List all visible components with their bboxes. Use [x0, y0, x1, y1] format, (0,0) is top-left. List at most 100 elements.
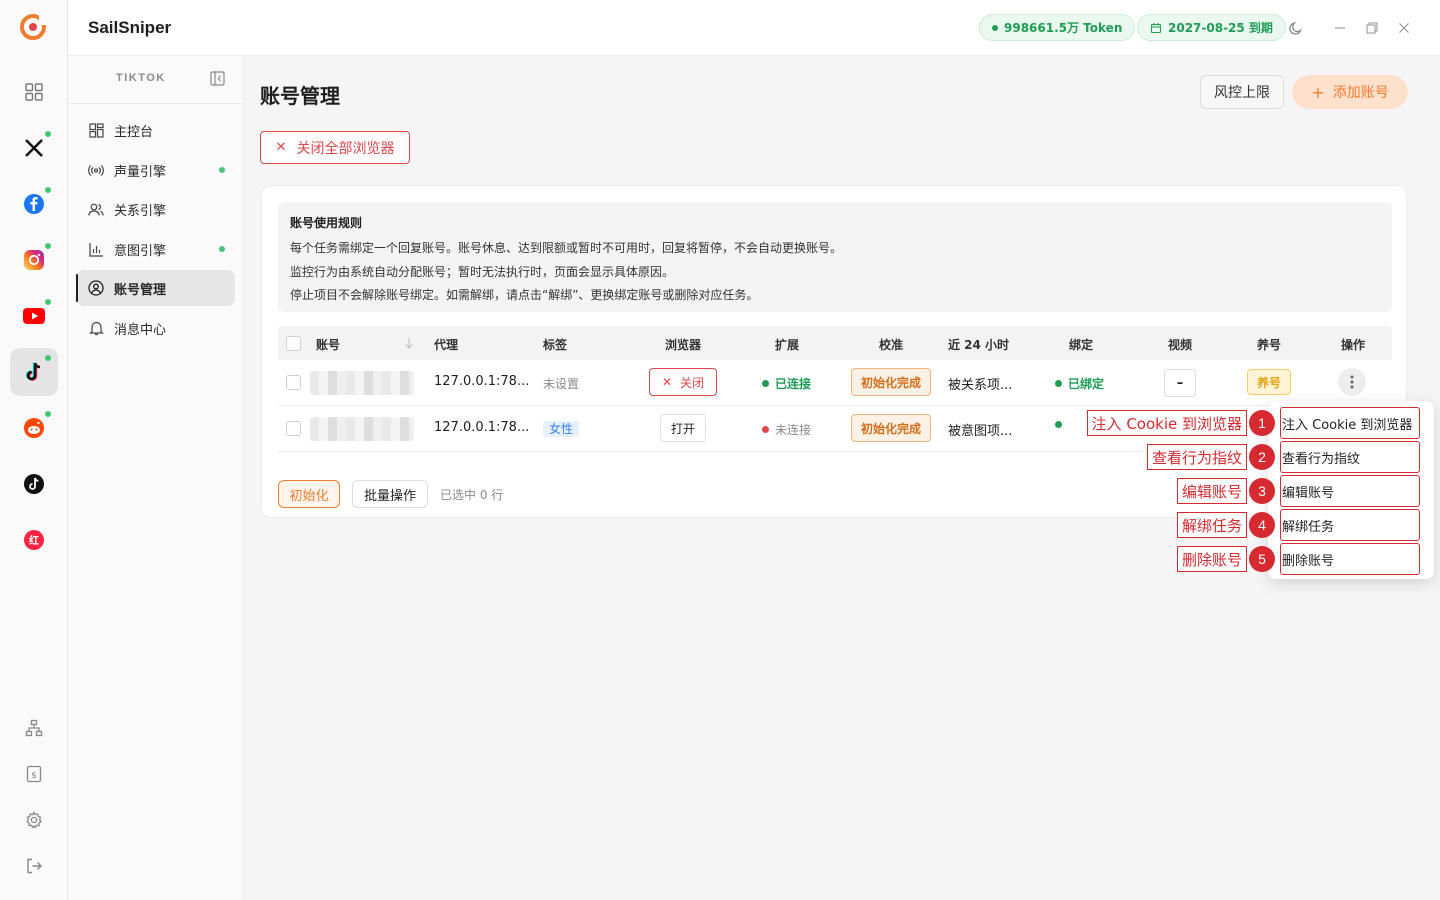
add-account-button[interactable]: + 添加账号 — [1292, 75, 1408, 109]
annotation-label: 查看行为指纹 — [1146, 444, 1247, 470]
online-dot — [44, 186, 52, 194]
proxy-cell: 127.0.0.1:78... — [434, 420, 530, 435]
row-checkbox[interactable] — [286, 421, 301, 436]
rail-facebook-icon[interactable] — [10, 180, 58, 228]
tag-cell: 女性 — [543, 420, 580, 437]
rail-youtube-icon[interactable] — [10, 292, 58, 340]
annotation-number: 2 — [1249, 444, 1275, 470]
column-header-tag: 标签 — [543, 338, 568, 352]
calibration-badge: 初始化完成 — [851, 368, 931, 396]
rules-line: 停止项目不会解除账号绑定。如需解绑，请点击“解绑”、更换绑定账号或删除对应任务。 — [290, 288, 759, 302]
batch-actions-button[interactable]: 批量操作 — [352, 480, 428, 508]
close-icon: ✕ — [661, 375, 673, 389]
account-avatar-blurred — [310, 417, 414, 441]
proxy-cell: 127.0.0.1:78... — [434, 374, 530, 389]
sidebar-item-intent-engine[interactable]: 意图引擎 — [76, 231, 235, 267]
menu-item-inject-cookie[interactable]: 注入 Cookie 到浏览器 — [1280, 407, 1420, 439]
logout-icon[interactable] — [22, 854, 46, 878]
rules-line: 每个任务需绑定一个回复账号。账号休息、达到限额或暂时不可用时，回复将暂停，不会自… — [290, 241, 843, 255]
column-header-browser: 浏览器 — [665, 338, 702, 352]
minimize-icon[interactable] — [1328, 16, 1352, 40]
open-browser-button[interactable]: 打开 — [660, 414, 706, 442]
annotation-number: 4 — [1249, 512, 1275, 538]
table-header: 账号 代理 标签 浏览器 扩展 校准 近 24 小时 绑定 视频 养号 操作 — [278, 326, 1392, 360]
selected-count: 已选中 0 行 — [440, 488, 504, 502]
status-dot — [1055, 380, 1062, 387]
column-header-last-24h: 近 24 小时 — [948, 338, 1010, 352]
annotation-label: 注入 Cookie 到浏览器 — [1086, 410, 1247, 436]
risk-limit-button[interactable]: 风控上限 — [1200, 75, 1284, 109]
sidebar-platform-label: TIKTOK — [116, 72, 166, 84]
video-toggle-button[interactable]: – — [1164, 369, 1196, 397]
rail-x-icon[interactable] — [10, 124, 58, 172]
extension-status: 未连接 — [762, 421, 811, 438]
expiry-label: 2027-08-25 到期 — [1168, 21, 1273, 35]
more-actions-icon[interactable] — [1338, 368, 1366, 396]
rules-line: 监控行为由系统自动分配账号；暂时无法执行时，页面会显示具体原因。 — [290, 264, 675, 279]
select-all-checkbox[interactable] — [286, 336, 301, 351]
binding-status-label: 已绑定 — [1068, 377, 1105, 391]
calendar-icon — [1150, 22, 1162, 33]
menu-item-delete-account[interactable]: 删除账号 — [1280, 543, 1420, 575]
close-window-icon[interactable] — [1392, 16, 1416, 40]
close-browser-label: 关闭 — [680, 375, 705, 390]
online-dot — [44, 130, 52, 138]
sidebar-header: TIKTOK — [68, 56, 244, 104]
annotation-label: 删除账号 — [1176, 546, 1247, 572]
status-dot — [992, 24, 998, 31]
sidebar-item-label: 主控台 — [114, 124, 154, 140]
rail-reddit-icon[interactable] — [10, 404, 58, 452]
sidebar-item-label: 消息中心 — [114, 322, 167, 338]
close-all-browsers-button[interactable]: ✕ 关闭全部浏览器 — [260, 131, 410, 164]
annotation-number: 5 — [1249, 546, 1275, 572]
online-dot — [44, 298, 52, 306]
nurture-badge[interactable]: 养号 — [1247, 369, 1291, 395]
account-avatar-blurred — [310, 371, 414, 395]
online-dot — [44, 242, 52, 250]
bar-chart-icon — [88, 241, 104, 257]
column-header-actions: 操作 — [1341, 338, 1366, 352]
menu-item-view-fingerprint[interactable]: 查看行为指纹 — [1280, 441, 1420, 473]
close-all-browsers-label: 关闭全部浏览器 — [296, 140, 395, 157]
annotation-number: 1 — [1249, 410, 1275, 436]
expiry-badge: 2027-08-25 到期 — [1137, 14, 1286, 41]
table-row[interactable]: 127.0.0.1:78... 未设置 ✕ 关闭 已连接 初始化完成 被关系项.… — [278, 360, 1392, 406]
sidebar-collapse-icon[interactable] — [210, 71, 226, 87]
billing-icon[interactable]: $ — [22, 762, 46, 786]
menu-item-unbind-task[interactable]: 解绑任务 — [1280, 509, 1420, 541]
column-header-account: 账号 — [316, 338, 341, 352]
calibration-badge: 初始化完成 — [851, 414, 931, 442]
sort-arrow-icon[interactable] — [404, 337, 414, 353]
sidebar-item-label: 账号管理 — [114, 282, 167, 298]
rail-instagram-icon[interactable] — [10, 236, 58, 284]
settings-icon[interactable] — [22, 808, 46, 832]
users-icon — [88, 201, 104, 217]
sidebar-item-relation-engine[interactable]: 关系引擎 — [76, 191, 235, 227]
initialize-button[interactable]: 初始化 — [278, 480, 340, 508]
sidebar-item-dashboard[interactable]: 主控台 — [76, 112, 235, 148]
rail-tiktok-alt-icon[interactable] — [10, 460, 58, 508]
status-dot — [762, 426, 769, 433]
sidebar-item-volume-engine[interactable]: 声量引擎 — [76, 152, 235, 188]
row-actions-menu: 注入 Cookie 到浏览器 查看行为指纹 编辑账号 解绑任务 删除账号 — [1268, 401, 1434, 579]
app-title: SailSniper — [88, 18, 172, 37]
extension-status-label: 已连接 — [775, 377, 812, 391]
rail-tiktok-icon[interactable] — [10, 348, 58, 396]
restore-icon[interactable] — [1360, 16, 1384, 40]
org-chart-icon[interactable] — [22, 716, 46, 740]
dashboard-icon — [88, 122, 104, 138]
rules-title: 账号使用规则 — [290, 216, 363, 230]
binding-status: 已绑定 — [1055, 375, 1104, 392]
row-checkbox[interactable] — [286, 375, 301, 390]
rail-xiaohongshu-icon[interactable]: 红 — [10, 516, 58, 564]
tag-label: 女性 — [543, 421, 580, 437]
theme-toggle-moon-icon[interactable] — [1284, 16, 1308, 40]
sidebar-item-message-center[interactable]: 消息中心 — [76, 310, 235, 346]
account-rules-notice: 账号使用规则 每个任务需绑定一个回复账号。账号休息、达到限额或暂时不可用时，回复… — [278, 202, 1392, 312]
binding-status — [1055, 421, 1068, 428]
menu-item-edit-account[interactable]: 编辑账号 — [1280, 475, 1420, 507]
sidebar-item-account-management[interactable]: 账号管理 — [76, 270, 235, 306]
rail-grid-icon[interactable] — [10, 68, 58, 116]
close-browser-button[interactable]: ✕ 关闭 — [649, 368, 717, 396]
bell-icon — [88, 320, 104, 336]
